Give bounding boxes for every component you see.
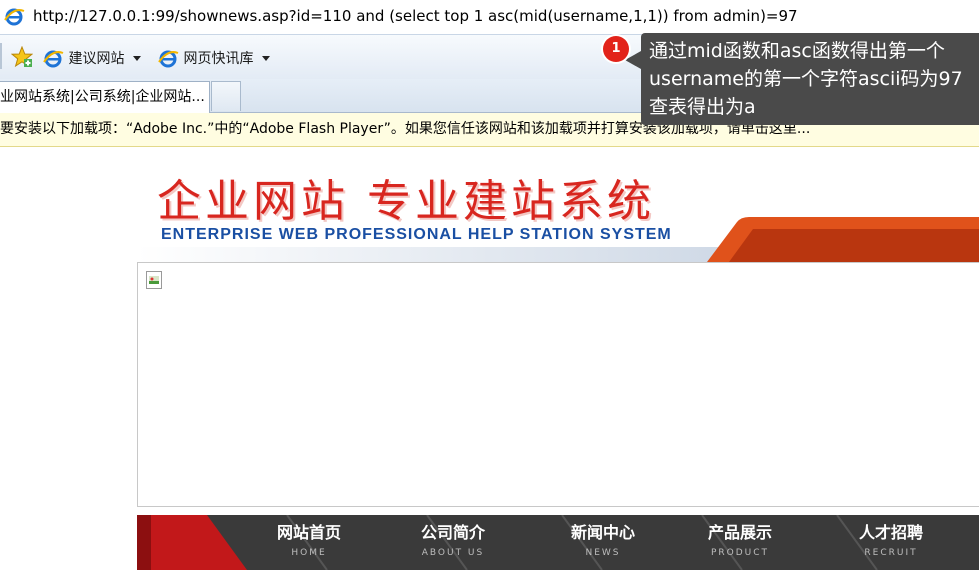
nav-label: 人才招聘: [858, 523, 923, 542]
toolbar-grip: [0, 43, 2, 69]
nav-products[interactable]: 产品展示 PRODUCT: [680, 521, 800, 561]
new-tab-button[interactable]: [211, 81, 241, 111]
nav-sublabel: ABOUT US: [421, 548, 485, 558]
chevron-down-icon: [132, 55, 141, 61]
url-text[interactable]: http://127.0.0.1:99/shownews.asp?id=110 …: [33, 7, 798, 25]
nav-sublabel: RECRUIT: [864, 548, 918, 558]
annotation-tooltip: 通过mid函数和asc函数得出第一个 username的第一个字符ascii码为…: [641, 33, 979, 125]
nav-sublabel: HOME: [291, 548, 327, 558]
nav-sublabel: NEWS: [585, 548, 621, 558]
chevron-down-icon: [261, 55, 270, 61]
tooltip-line: username的第一个字符ascii码为97: [649, 68, 963, 90]
favorite-suggested-sites[interactable]: 建议网站: [42, 47, 141, 69]
banner-accent-shape: [707, 217, 979, 262]
news-content-area: [137, 262, 979, 507]
tooltip-line: 查表得出为a: [649, 96, 756, 118]
ie-icon: [43, 50, 64, 68]
banner-subtitle: ENTERPRISE WEB PROFESSIONAL HELP STATION…: [161, 226, 672, 243]
ie-icon: [158, 50, 179, 68]
nav-label: 产品展示: [707, 523, 772, 542]
address-bar[interactable]: http://127.0.0.1:99/shownews.asp?id=110 …: [0, 0, 979, 35]
nav-label: 网站首页: [276, 523, 341, 542]
favorite-label: 网页快讯库: [183, 51, 254, 67]
nav-recruit[interactable]: 人才招聘 RECRUIT: [831, 521, 951, 561]
tab-active[interactable]: 企业网站系统|公司系统|企业网站...: [0, 81, 210, 113]
favorites-star-icon[interactable]: [11, 46, 33, 68]
broken-image-icon: [146, 271, 162, 289]
step-badge: 1: [603, 36, 629, 62]
favorite-web-slice-gallery[interactable]: 网页快讯库: [157, 47, 270, 69]
nav-home[interactable]: 网站首页 HOME: [249, 521, 369, 561]
nav-sublabel: PRODUCT: [710, 548, 770, 558]
nav-news[interactable]: 新闻中心 NEWS: [543, 521, 663, 561]
site-banner: 企业网站 专业建站系统 ENTERPRISE WEB PROFESSIONAL …: [137, 147, 979, 262]
ie-icon: [4, 6, 25, 26]
nav-label: 新闻中心: [570, 523, 635, 542]
nav-label: 公司简介: [420, 523, 485, 542]
site-nav: 网站首页 HOME 公司简介 ABOUT US 新闻中心 NEWS 产品展示 P…: [137, 515, 979, 570]
tooltip-line: 通过mid函数和asc函数得出第一个: [649, 40, 945, 62]
tab-title: 企业网站系统|公司系统|企业网站...: [0, 89, 205, 105]
favorite-label: 建议网站: [68, 51, 125, 67]
banner-title: 企业网站 专业建站系统: [157, 176, 655, 227]
nav-about[interactable]: 公司简介 ABOUT US: [393, 521, 513, 561]
